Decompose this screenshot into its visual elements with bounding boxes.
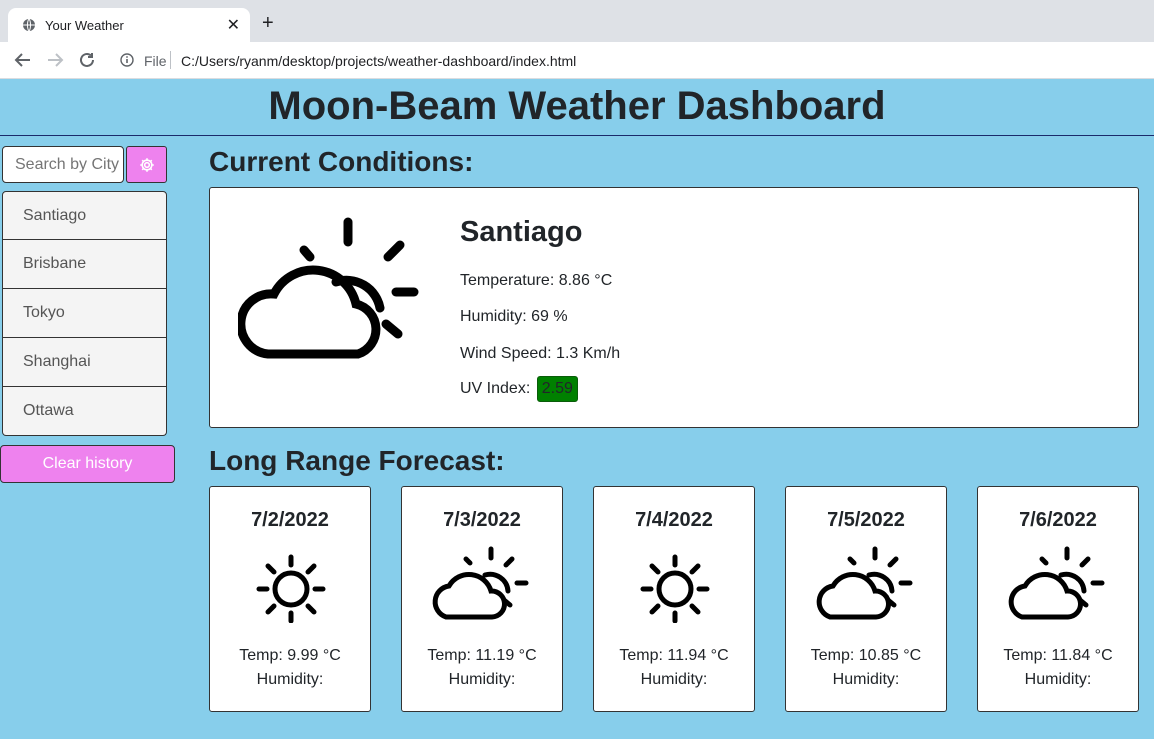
uv-label: UV Index:: [460, 380, 531, 397]
forecast-humidity: Humidity:: [256, 671, 324, 688]
forecast-date: 7/3/2022: [443, 509, 521, 531]
history-item[interactable]: Shanghai: [2, 338, 167, 387]
globe-icon: [23, 18, 35, 32]
forecast-humidity: Humidity:: [640, 671, 708, 688]
clear-history-button[interactable]: Clear history: [0, 445, 175, 483]
forecast-date: 7/4/2022: [635, 509, 713, 531]
address-bar[interactable]: C:/Users/ryanm/desktop/projects/weather-…: [181, 53, 576, 69]
page-title: Moon-Beam Weather Dashboard: [268, 84, 886, 128]
close-tab-icon[interactable]: ✕: [227, 15, 240, 35]
forecast-date: 7/6/2022: [1019, 509, 1097, 531]
back-arrow-icon[interactable]: [14, 51, 32, 69]
current-conditions-card: Santiago Temperature: 8.86 °C Humidity: …: [209, 187, 1139, 428]
forecast-card: 7/4/2022 Temp: 11.94 °C Humidity:: [593, 486, 755, 712]
forecast-title: Long Range Forecast:: [209, 445, 505, 476]
partly-cloudy-icon: [816, 546, 913, 620]
history-item[interactable]: Tokyo: [2, 289, 167, 338]
partly-cloudy-icon: [432, 546, 529, 620]
reload-icon[interactable]: [78, 51, 96, 69]
uv-badge: 2.59: [536, 376, 578, 402]
page-content: Moon-Beam Weather Dashboard Santiago Bri…: [0, 80, 1154, 739]
history-item[interactable]: Brisbane: [2, 240, 167, 289]
forecast-humidity: Humidity:: [832, 671, 900, 688]
forecast-card: 7/3/2022 Temp: 11.19 °C Humidity:: [401, 486, 563, 712]
forecast-temp: Temp: 11.84 °C: [1003, 647, 1113, 664]
current-humidity: Humidity: 69 %: [460, 308, 568, 325]
forecast-card: 7/2/2022 Temp: 9.99 °C Humidity:: [209, 486, 371, 712]
forecast-temp: Temp: 9.99 °C: [239, 647, 341, 664]
new-tab-button[interactable]: +: [262, 13, 274, 33]
search-history-list: Santiago Brisbane Tokyo Shanghai Ottawa: [2, 191, 167, 436]
forecast-humidity: Humidity:: [448, 671, 516, 688]
forecast-temp: Temp: 11.19 °C: [427, 647, 537, 664]
forecast-card: 7/6/2022 Temp: 11.84 °C Humidity:: [977, 486, 1139, 712]
info-icon[interactable]: [120, 53, 134, 67]
current-temperature: Temperature: 8.86 °C: [460, 272, 613, 289]
search-input[interactable]: [2, 146, 124, 183]
forecast-date: 7/2/2022: [251, 509, 329, 531]
partly-cloudy-icon: [1008, 546, 1105, 620]
browser-tab[interactable]: Your Weather ✕: [8, 8, 250, 42]
browser-toolbar: File C:/Users/ryanm/desktop/projects/wea…: [0, 42, 1154, 79]
address-scheme: File: [144, 53, 167, 69]
current-wind-speed: Wind Speed: 1.3 Km/h: [460, 345, 621, 362]
partly-cloudy-icon: [238, 217, 419, 359]
current-uv-index: UV Index: 2.59: [460, 376, 578, 402]
sun-icon: [640, 554, 710, 623]
current-conditions-title: Current Conditions:: [209, 146, 474, 177]
history-item[interactable]: Ottawa: [2, 387, 167, 436]
address-divider: [170, 51, 171, 69]
browser-tab-bar: Your Weather ✕ +: [0, 0, 1154, 42]
forecast-card: 7/5/2022 Temp: 10.85 °C Humidity:: [785, 486, 947, 712]
forecast-humidity: Humidity:: [1024, 671, 1092, 688]
current-city: Santiago: [460, 216, 583, 248]
search-button[interactable]: [126, 146, 167, 183]
page-header: Moon-Beam Weather Dashboard: [0, 80, 1154, 136]
gear-icon: [140, 158, 154, 172]
history-item[interactable]: Santiago: [2, 191, 167, 240]
forecast-temp: Temp: 10.85 °C: [810, 647, 922, 664]
forecast-date: 7/5/2022: [827, 509, 905, 531]
forward-arrow-icon[interactable]: [46, 51, 64, 69]
forecast-temp: Temp: 11.94 °C: [619, 647, 729, 664]
tab-title: Your Weather: [45, 18, 124, 33]
sun-icon: [256, 554, 326, 623]
